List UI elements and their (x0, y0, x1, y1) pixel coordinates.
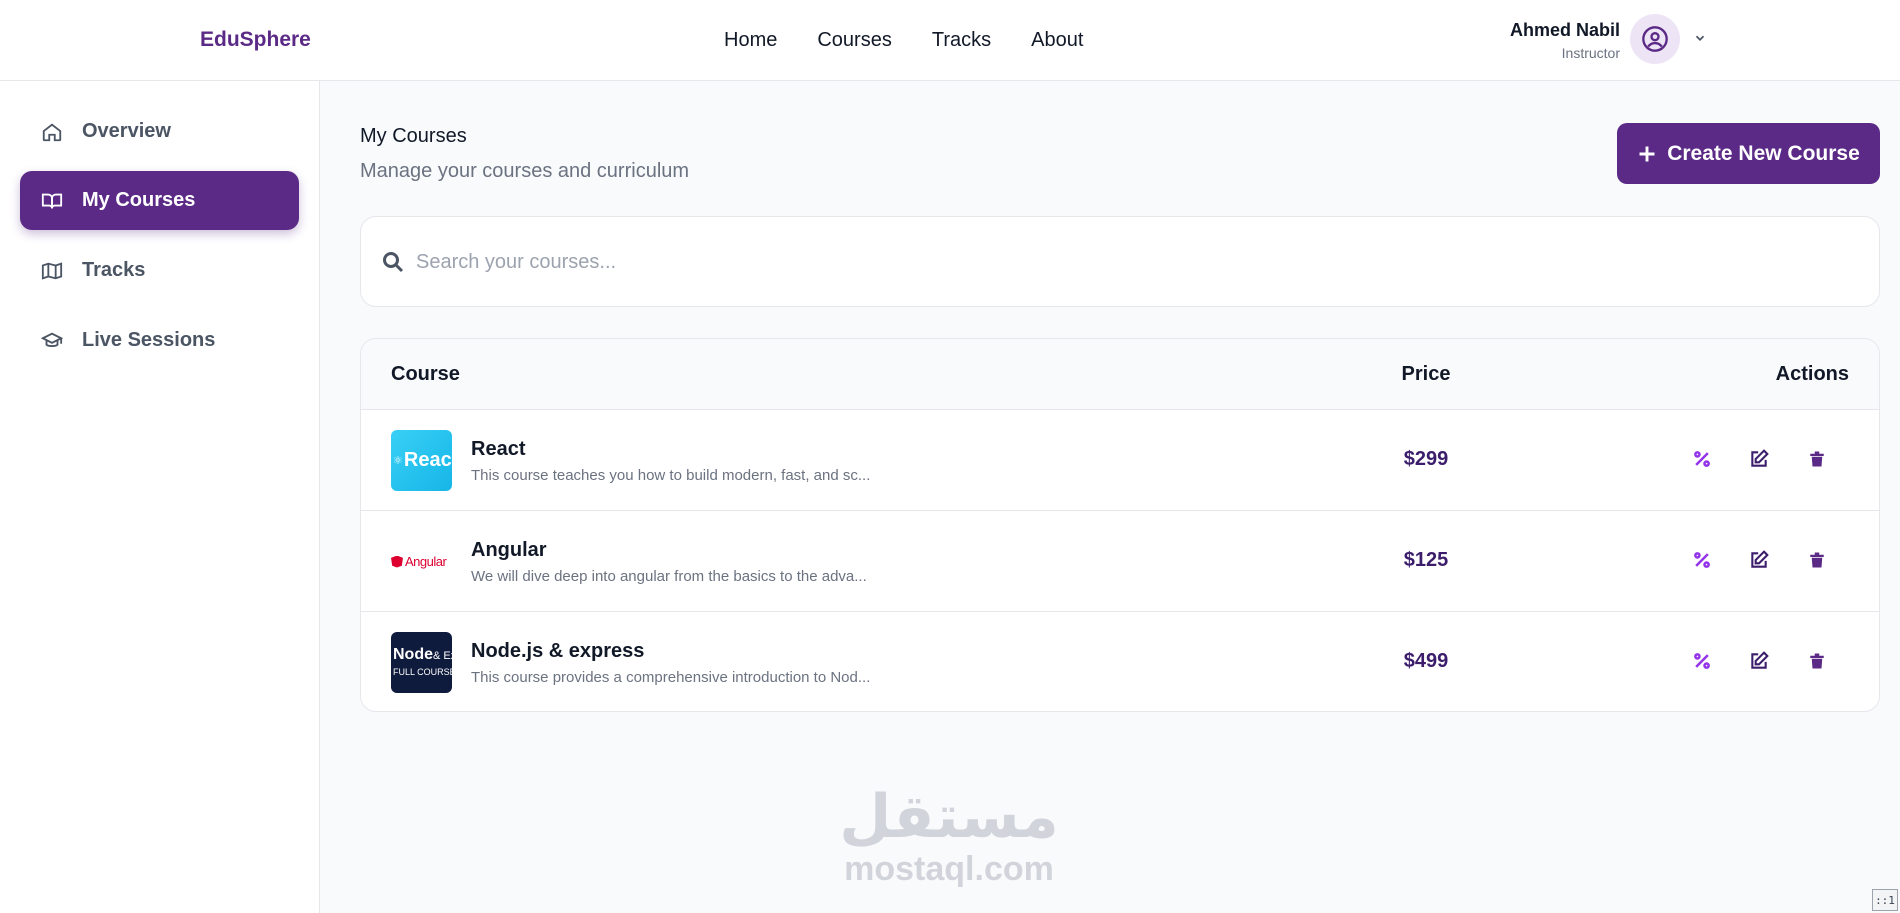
course-description: This course teaches you how to build mod… (471, 467, 871, 484)
delete-button[interactable] (1804, 648, 1830, 674)
trash-icon (1810, 653, 1824, 669)
plus-icon (1639, 146, 1655, 161)
percent-icon (1694, 451, 1710, 467)
create-course-button[interactable]: Create New Course (1617, 123, 1880, 184)
discount-button[interactable] (1689, 648, 1715, 674)
edit-button[interactable] (1746, 446, 1772, 472)
courses-table: Course Price Actions ⚛React React This c… (360, 338, 1880, 712)
brand-logo[interactable]: EduSphere (200, 28, 311, 52)
search-bar (360, 216, 1880, 307)
course-name[interactable]: React (471, 438, 525, 461)
sidebar-item-my-courses[interactable]: My Courses (20, 171, 299, 230)
table-header: Course Price Actions (361, 339, 1879, 410)
edit-icon (1751, 550, 1769, 568)
sidebar-item-label: Tracks (82, 259, 146, 281)
corner-indicator: ::1 (1872, 889, 1898, 911)
watermark-arabic: مستقل (839, 782, 1059, 852)
course-price: $499 (1403, 650, 1449, 672)
sidebar: Overview My Courses Tracks Live Sessions (0, 81, 320, 913)
course-thumbnail: ⚛React (391, 430, 452, 491)
course-thumbnail: Angular (391, 531, 452, 592)
delete-button[interactable] (1804, 446, 1830, 472)
chevron-down-icon[interactable] (1690, 28, 1710, 48)
course-name[interactable]: Angular (471, 539, 547, 562)
watermark-latin: mostaql.com (844, 850, 1054, 888)
table-row: ⚛React React This course teaches you how… (361, 410, 1879, 511)
search-icon (383, 252, 404, 273)
course-name[interactable]: Node.js & express (471, 640, 644, 663)
header-course: Course (391, 363, 460, 385)
trash-icon (1810, 552, 1824, 568)
table-row: Node& Express FULL COURSE Node.js & expr… (361, 612, 1879, 711)
trash-icon (1810, 451, 1824, 467)
map-icon (40, 259, 64, 283)
page-title: My Courses (360, 125, 467, 147)
header-price: Price (1401, 363, 1451, 385)
discount-button[interactable] (1689, 446, 1715, 472)
book-open-icon (40, 189, 64, 213)
course-description: We will dive deep into angular from the … (471, 568, 867, 585)
edit-icon (1751, 449, 1769, 467)
table-row: Angular Angular We will dive deep into a… (361, 511, 1879, 612)
edit-icon (1751, 651, 1769, 669)
watermark: مستقل mostaql.com (834, 785, 1064, 889)
edit-button[interactable] (1746, 547, 1772, 573)
user-name: Ahmed Nabil (1509, 20, 1620, 40)
edit-button[interactable] (1746, 648, 1772, 674)
sidebar-item-label: Overview (82, 120, 171, 142)
sidebar-item-overview[interactable]: Overview (20, 102, 299, 161)
react-logo-icon: ⚛ (393, 455, 403, 467)
user-circle-icon (1642, 26, 1668, 52)
header-actions: Actions (1775, 363, 1849, 385)
sidebar-item-live-sessions[interactable]: Live Sessions (20, 311, 299, 370)
home-icon (40, 120, 64, 144)
course-price: $125 (1403, 549, 1449, 571)
sidebar-item-label: My Courses (82, 189, 196, 211)
percent-icon (1694, 552, 1710, 568)
nav-tracks[interactable]: Tracks (932, 29, 991, 52)
course-thumbnail: Node& Express FULL COURSE (391, 632, 452, 693)
course-description: This course provides a comprehensive int… (471, 669, 871, 686)
nav-home[interactable]: Home (724, 29, 777, 52)
course-price: $299 (1403, 448, 1449, 470)
delete-button[interactable] (1804, 547, 1830, 573)
graduation-cap-icon (40, 329, 64, 353)
page-subtitle: Manage your courses and curriculum (360, 160, 690, 182)
create-course-label: Create New Course (1667, 141, 1860, 165)
user-role: Instructor (1561, 45, 1620, 61)
top-header: EduSphere Home Courses Tracks About Ahme… (0, 0, 1900, 81)
nav-courses[interactable]: Courses (817, 29, 891, 52)
percent-icon (1694, 653, 1710, 669)
top-nav: Home Courses Tracks About (724, 29, 1083, 52)
sidebar-item-label: Live Sessions (82, 329, 216, 351)
avatar[interactable] (1630, 14, 1680, 64)
discount-button[interactable] (1689, 547, 1715, 573)
angular-logo-icon (391, 555, 403, 568)
nav-about[interactable]: About (1031, 29, 1083, 52)
user-menu[interactable]: Ahmed Nabil Instructor (1500, 14, 1720, 66)
sidebar-item-tracks[interactable]: Tracks (20, 241, 299, 300)
search-input[interactable] (416, 237, 1856, 287)
